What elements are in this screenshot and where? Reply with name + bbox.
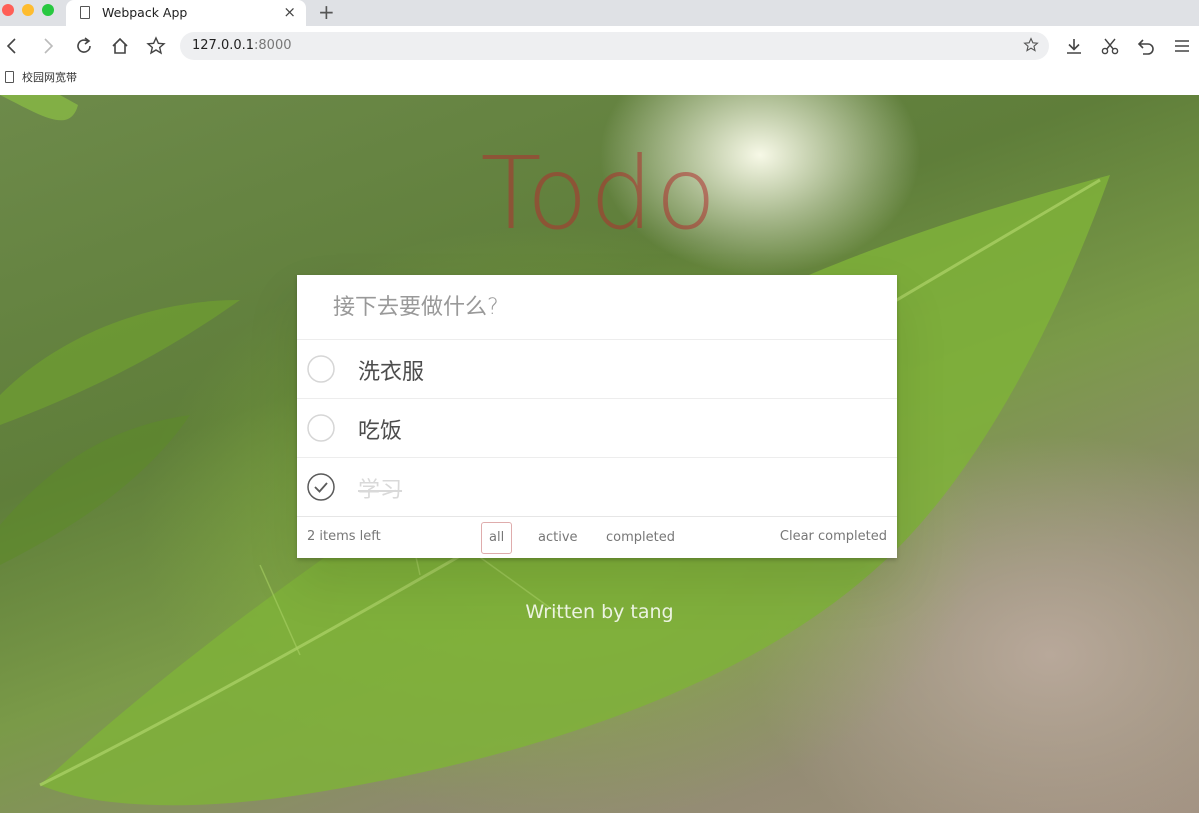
- maximize-window-button[interactable]: [42, 4, 54, 16]
- close-tab-icon[interactable]: ×: [283, 3, 296, 21]
- forward-icon[interactable]: [38, 36, 58, 56]
- todo-toggle-unchecked-icon[interactable]: [307, 355, 335, 383]
- todo-label[interactable]: 学习: [358, 472, 402, 504]
- filter-active[interactable]: active: [530, 522, 586, 554]
- download-icon[interactable]: [1064, 36, 1084, 56]
- scissors-icon[interactable]: [1100, 36, 1120, 56]
- todo-label[interactable]: 洗衣服: [358, 354, 424, 386]
- tab-bar: Webpack App × +: [0, 0, 1199, 26]
- todo-footer: 2 items left all active completed Clear …: [297, 516, 897, 558]
- tab-title: Webpack App: [102, 5, 188, 20]
- todo-item: 吃饭: [297, 398, 897, 457]
- filter-all[interactable]: all: [481, 522, 513, 554]
- home-icon[interactable]: [110, 36, 130, 56]
- menu-icon[interactable]: [1172, 36, 1192, 56]
- clear-completed-button[interactable]: Clear completed: [780, 529, 887, 544]
- new-tab-button[interactable]: +: [318, 1, 335, 23]
- bookmark-page-icon: [5, 71, 14, 83]
- app-logo: Todo: [480, 135, 719, 252]
- items-left-count: 2 items left: [307, 529, 381, 544]
- page-icon: [80, 6, 90, 19]
- back-icon[interactable]: [2, 36, 22, 56]
- address-url[interactable]: 127.0.0.1:8000: [192, 38, 292, 53]
- undo-icon[interactable]: [1136, 36, 1156, 56]
- credit-text: Written by tang: [525, 601, 674, 623]
- close-window-button[interactable]: [2, 4, 14, 16]
- browser-toolbar: 127.0.0.1:8000: [0, 26, 1199, 66]
- reload-icon[interactable]: [74, 36, 94, 56]
- page-viewport: Todo 洗衣服 吃饭 学习 2 items left all active c: [0, 95, 1199, 813]
- bookmark-item[interactable]: 校园网宽带: [22, 69, 77, 85]
- bookmarks-bar: 校园网宽带: [0, 66, 1199, 95]
- todo-toggle-unchecked-icon[interactable]: [307, 414, 335, 442]
- bookmark-page-icon[interactable]: [1023, 37, 1039, 53]
- todo-label[interactable]: 吃饭: [358, 413, 402, 445]
- bookmark-star-icon[interactable]: [146, 36, 166, 56]
- todo-item-completed: 学习: [297, 457, 897, 516]
- todo-item: 洗衣服: [297, 339, 897, 398]
- new-todo-input[interactable]: [297, 275, 897, 339]
- address-bar[interactable]: 127.0.0.1:8000: [180, 32, 1049, 60]
- todo-app: 洗衣服 吃饭 学习 2 items left all active comple…: [297, 275, 897, 558]
- browser-tab[interactable]: Webpack App ×: [66, 0, 306, 26]
- minimize-window-button[interactable]: [22, 4, 34, 16]
- todo-toggle-checked-icon[interactable]: [307, 473, 335, 501]
- filter-completed[interactable]: completed: [598, 522, 683, 554]
